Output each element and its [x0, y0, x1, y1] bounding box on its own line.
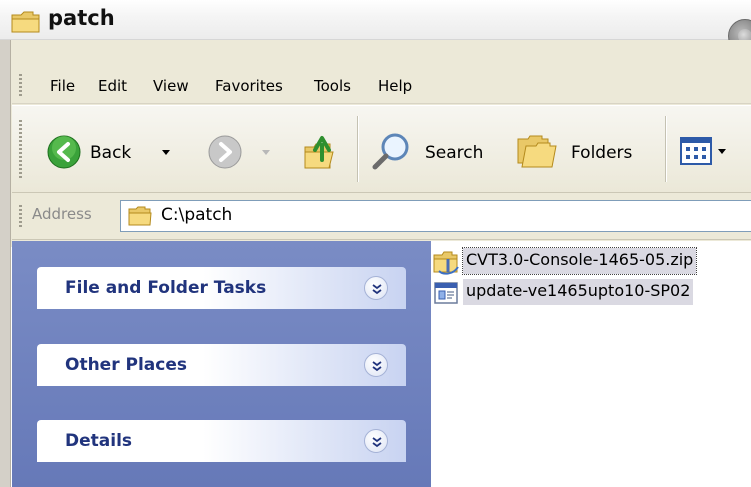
folder-icon [128, 206, 152, 226]
task-group-title: Other Places [65, 355, 187, 375]
file-name: CVT3.0-Console-1465-05.zip [461, 247, 698, 275]
menu-help[interactable]: Help [378, 77, 412, 95]
task-pane: File and Folder Tasks Other Places Detai… [12, 241, 431, 487]
expand-chevron-icon[interactable] [364, 276, 388, 300]
menu-tools[interactable]: Tools [314, 77, 351, 95]
toolbar-separator [665, 116, 666, 182]
task-group-title: File and Folder Tasks [65, 278, 267, 298]
forward-arrow-icon [208, 135, 242, 169]
toolbar-grip[interactable] [19, 120, 22, 178]
toolbar-separator [357, 116, 358, 182]
search-label: Search [425, 143, 484, 163]
views-dropdown-caret[interactable] [718, 149, 726, 154]
expand-chevron-icon[interactable] [364, 353, 388, 377]
menu-file[interactable]: File [50, 77, 75, 95]
forward-button[interactable] [204, 128, 274, 174]
back-arrow-icon [47, 135, 81, 169]
folder-icon [11, 11, 40, 33]
back-button[interactable]: Back [40, 128, 182, 174]
menu-edit[interactable]: Edit [98, 77, 127, 95]
task-group-other-places[interactable]: Other Places [37, 344, 406, 386]
folders-button[interactable]: Folders [516, 128, 646, 174]
views-button[interactable] [676, 128, 746, 174]
back-label: Back [90, 143, 132, 163]
search-icon [372, 133, 409, 170]
standard-toolbar: Back Search Folders [12, 105, 751, 193]
menu-favorites[interactable]: Favorites [215, 77, 283, 95]
address-value: C:\patch [161, 205, 233, 225]
executable-icon [434, 282, 458, 304]
menu-bar: File Edit View Favorites Tools Help [12, 66, 751, 104]
address-input[interactable]: C:\patch [120, 200, 751, 232]
task-group-title: Details [65, 431, 133, 451]
task-group-file-and-folder-tasks[interactable]: File and Folder Tasks [37, 267, 406, 309]
menubar-grip[interactable] [19, 74, 22, 96]
search-button[interactable]: Search [368, 128, 508, 174]
views-grid-icon [680, 137, 712, 165]
addressbar-grip[interactable] [19, 205, 22, 229]
window-frame-left [0, 40, 11, 487]
address-bar: Address C:\patch [12, 194, 751, 240]
back-dropdown-caret[interactable] [162, 150, 170, 155]
folders-label: Folders [571, 143, 633, 163]
task-group-details[interactable]: Details [37, 420, 406, 462]
forward-dropdown-caret[interactable] [262, 150, 270, 155]
folders-icon [517, 135, 557, 168]
up-folder-icon[interactable] [302, 133, 338, 171]
menu-view[interactable]: View [153, 77, 189, 95]
zip-folder-icon [433, 251, 459, 275]
address-label: Address [32, 205, 92, 223]
file-list[interactable]: CVT3.0-Console-1465-05.zip update-ve1465… [431, 241, 751, 487]
window-title: patch [48, 6, 115, 30]
title-bar[interactable]: patch [0, 0, 751, 53]
expand-chevron-icon[interactable] [364, 429, 388, 453]
file-name: update-ve1465upto10-SP02 [463, 279, 694, 305]
